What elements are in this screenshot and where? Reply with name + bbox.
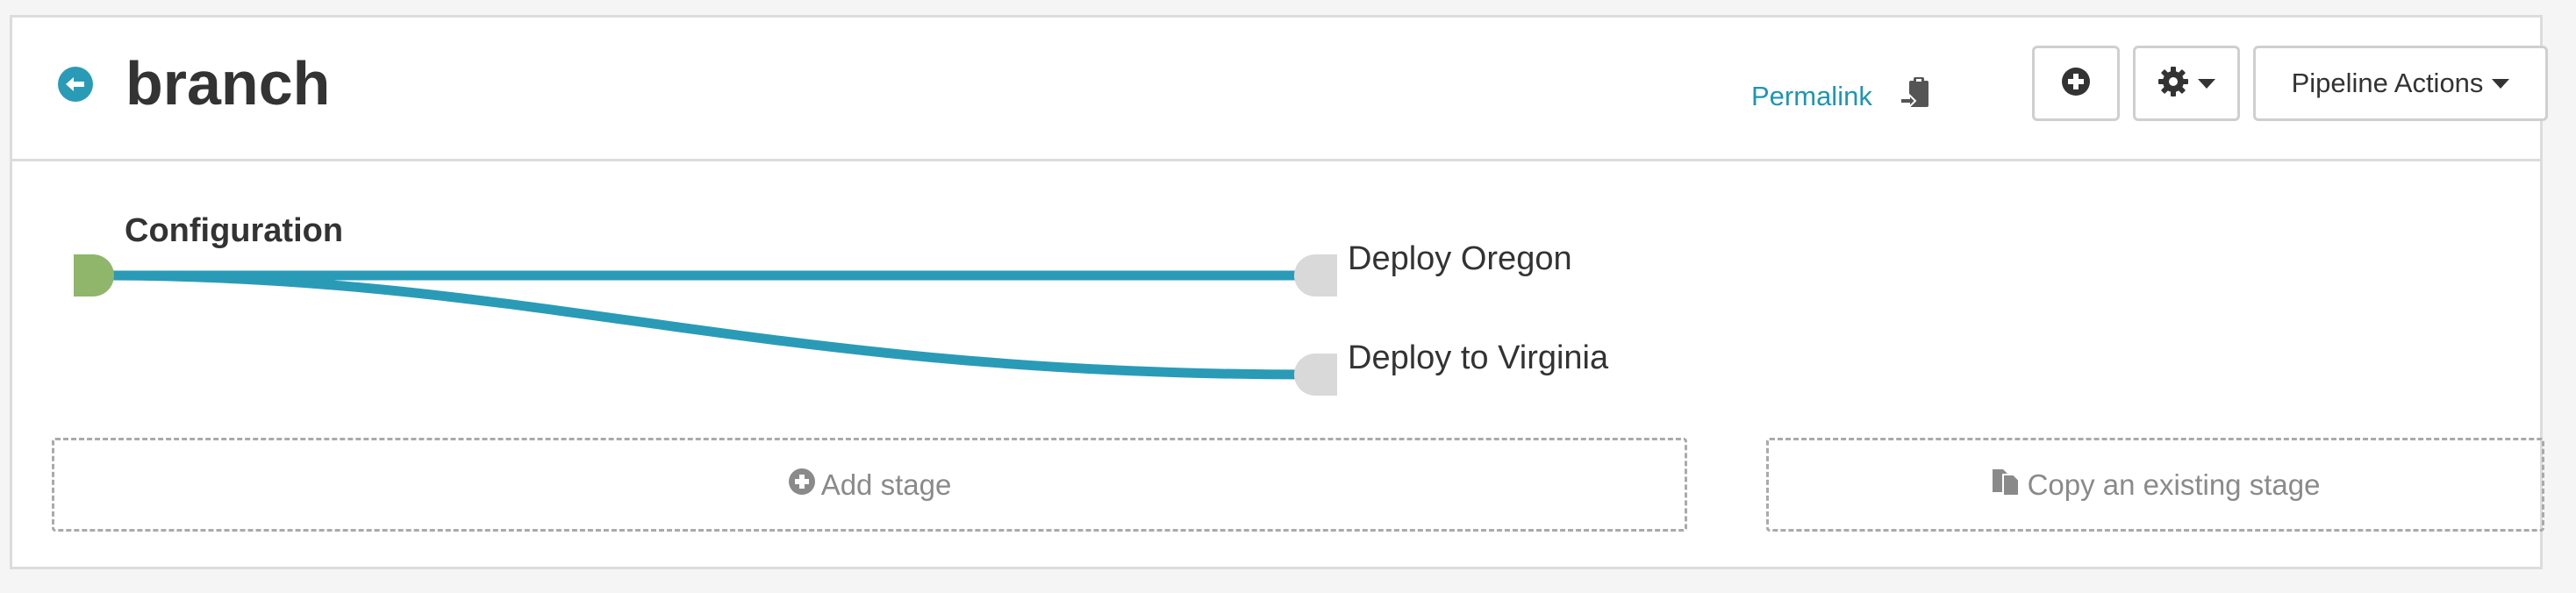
clipboard-icon[interactable] xyxy=(1899,75,1936,118)
pipeline-graph xyxy=(74,254,1337,396)
plus-circle-icon xyxy=(2061,67,2091,101)
add-button[interactable] xyxy=(2032,46,2120,121)
stage-label-deploy-virginia[interactable]: Deploy to Virginia xyxy=(1348,341,1608,375)
add-stage-label: Add stage xyxy=(820,468,952,501)
settings-dropdown-button[interactable] xyxy=(2133,46,2240,121)
pipeline-actions-dropdown[interactable]: Pipeline Actions xyxy=(2253,46,2548,121)
pipeline-actions-label: Pipeline Actions xyxy=(2291,68,2484,98)
connector-virginia xyxy=(99,270,1312,380)
copy-stage-button[interactable]: Copy an existing stage xyxy=(1766,438,2544,532)
back-arrow-icon[interactable] xyxy=(58,67,93,102)
stage-node-virginia[interactable] xyxy=(1294,354,1337,396)
page-title: branch xyxy=(125,49,331,118)
gear-icon xyxy=(2157,66,2189,102)
chevron-down-icon xyxy=(2198,78,2215,89)
stage-label-deploy-oregon[interactable]: Deploy Oregon xyxy=(1348,242,1572,275)
stage-node-oregon[interactable] xyxy=(1294,254,1337,296)
add-stage-button[interactable]: Add stage xyxy=(52,438,1687,532)
permalink-link[interactable]: Permalink xyxy=(1751,82,1872,110)
pipeline-panel: branch Permalink Pipeline Actions Config… xyxy=(10,15,2548,569)
pipeline-header: branch Permalink Pipeline Actions xyxy=(12,18,2548,161)
copy-files-icon xyxy=(1991,466,2028,504)
plus-circle-icon xyxy=(788,468,821,503)
chevron-down-icon xyxy=(2492,78,2510,89)
stage-label-configuration[interactable]: Configuration xyxy=(125,214,343,247)
stage-node-configuration[interactable] xyxy=(74,254,114,296)
copy-stage-label: Copy an existing stage xyxy=(2027,468,2321,501)
